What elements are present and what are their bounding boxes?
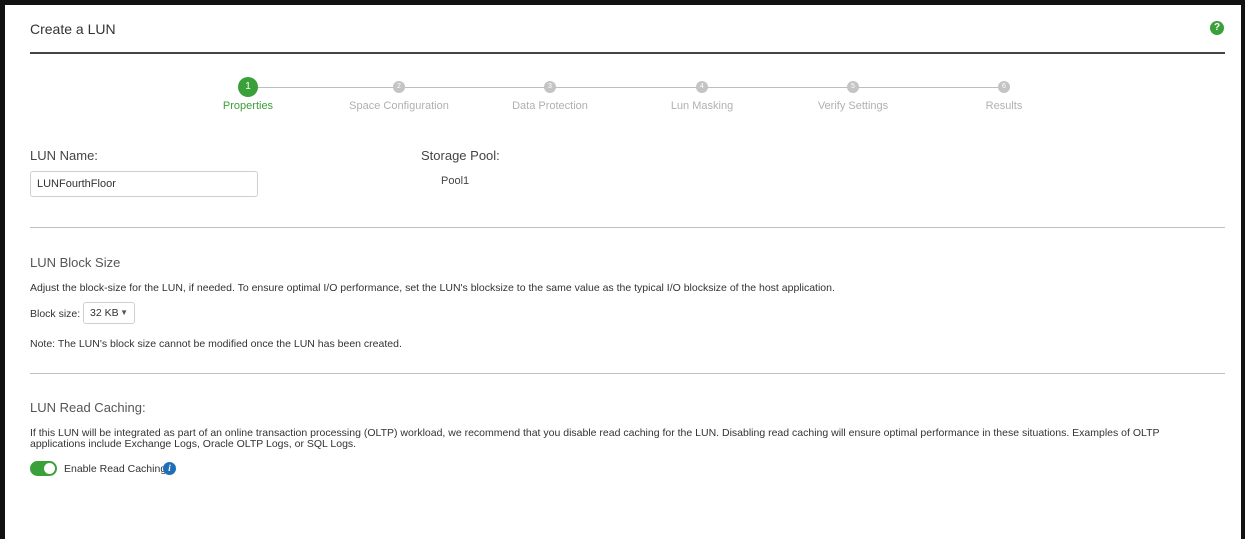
read-caching-toggle[interactable] — [30, 461, 57, 476]
storage-pool-label: Storage Pool: — [421, 148, 500, 163]
step-number: 2 — [393, 81, 405, 93]
step-label: Verify Settings — [817, 100, 889, 112]
lun-name-label: LUN Name: — [30, 148, 98, 163]
section-divider — [30, 373, 1225, 374]
read-caching-description: If this LUN will be integrated as part o… — [30, 427, 1160, 450]
wizard-stepper: 1 Properties 2 Space Configuration 3 Dat… — [170, 77, 1110, 118]
step-properties[interactable]: 1 Properties — [170, 77, 326, 112]
storage-pool-value: Pool1 — [441, 175, 470, 187]
info-circle-icon[interactable]: i — [163, 462, 176, 475]
title-divider — [30, 52, 1225, 54]
block-size-select[interactable]: 32 KB ▼ — [83, 302, 135, 324]
question-circle-icon[interactable]: ? — [1210, 21, 1224, 35]
step-label: Results — [985, 100, 1023, 112]
page-title: Create a LUN — [30, 21, 116, 37]
section-divider — [30, 227, 1225, 228]
block-size-title: LUN Block Size — [30, 255, 121, 270]
block-size-description: Adjust the block-size for the LUN, if ne… — [30, 282, 835, 294]
step-label: Lun Masking — [670, 100, 734, 112]
block-size-label: Block size: — [30, 308, 81, 320]
step-label: Data Protection — [512, 100, 588, 112]
step-number: 3 — [544, 81, 556, 93]
read-caching-toggle-label: Enable Read Caching — [64, 463, 167, 475]
lun-name-input[interactable] — [30, 171, 258, 197]
step-data-protection[interactable]: 3 Data Protection — [472, 78, 628, 112]
step-space-configuration[interactable]: 2 Space Configuration — [321, 78, 477, 112]
step-number: 6 — [998, 81, 1010, 93]
step-results[interactable]: 6 Results — [926, 78, 1082, 112]
step-lun-masking[interactable]: 4 Lun Masking — [624, 78, 780, 112]
toggle-knob — [44, 463, 55, 474]
block-size-note: Note: The LUN's block size cannot be mod… — [30, 338, 402, 350]
step-number: 5 — [847, 81, 859, 93]
caret-down-icon: ▼ — [120, 308, 128, 317]
step-number: 4 — [696, 81, 708, 93]
read-caching-title: LUN Read Caching: — [30, 400, 146, 415]
step-label: Properties — [222, 100, 274, 112]
step-verify-settings[interactable]: 5 Verify Settings — [775, 78, 931, 112]
step-label: Space Configuration — [349, 100, 449, 112]
block-size-selected: 32 KB — [90, 307, 119, 319]
step-number: 1 — [238, 77, 258, 97]
